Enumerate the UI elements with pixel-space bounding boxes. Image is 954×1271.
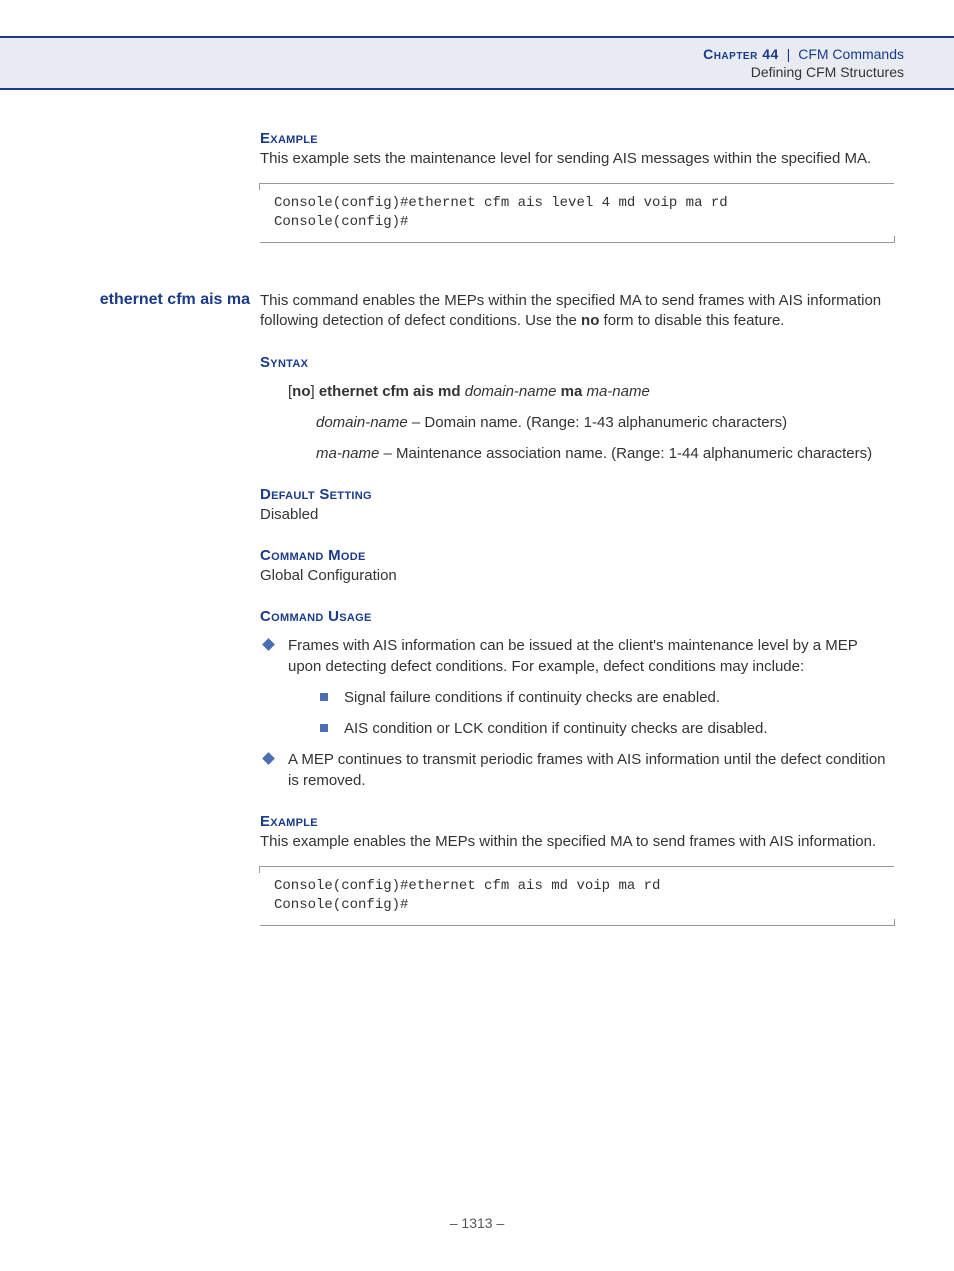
- page-footer: – 1313 –: [0, 1215, 954, 1231]
- param2-name: ma-name: [316, 445, 379, 462]
- command-sidehead: ethernet cfm ais ma: [60, 291, 260, 309]
- example-label-1: Example: [260, 130, 894, 147]
- default-value: Disabled: [260, 505, 894, 525]
- intro-post: form to disable this feature.: [599, 312, 784, 329]
- header-subtitle: Defining CFM Structures: [0, 64, 904, 80]
- section-2: ethernet cfm ais ma This command enables…: [60, 291, 894, 926]
- example-label-2: Example: [260, 813, 894, 830]
- usage-label: Command Usage: [260, 608, 894, 625]
- intro-no: no: [581, 312, 599, 329]
- usage-list: Frames with AIS information can be issue…: [260, 635, 894, 791]
- page-header: Chapter 44 | CFM Commands Defining CFM S…: [0, 36, 954, 90]
- page-number: – 1313 –: [450, 1215, 505, 1231]
- example-text-1: This example sets the maintenance level …: [260, 149, 894, 169]
- usage-sublist: Signal failure conditions if continuity …: [316, 687, 894, 739]
- chapter-title: CFM Commands: [798, 46, 904, 62]
- syntax-close: ]: [311, 383, 319, 400]
- syntax-cmd1: ethernet cfm ais md: [319, 383, 465, 400]
- mode-value: Global Configuration: [260, 566, 894, 586]
- usage-subitem-1: Signal failure conditions if continuity …: [316, 687, 894, 708]
- param1-name: domain-name: [316, 414, 408, 431]
- param-1: domain-name – Domain name. (Range: 1-43 …: [316, 412, 894, 433]
- command-intro: This command enables the MEPs within the…: [260, 291, 894, 332]
- syntax-label: Syntax: [260, 354, 894, 371]
- syntax-arg1: domain-name: [465, 383, 557, 400]
- param-2: ma-name – Maintenance association name. …: [316, 443, 894, 464]
- code-block-2: Console(config)#ethernet cfm ais md voip…: [260, 866, 894, 926]
- usage-item-1: Frames with AIS information can be issue…: [260, 635, 894, 739]
- usage-item-1-text: Frames with AIS information can be issue…: [288, 637, 858, 675]
- param1-desc: – Domain name. (Range: 1-43 alphanumeric…: [408, 414, 787, 431]
- header-line-1: Chapter 44 | CFM Commands: [0, 46, 904, 62]
- usage-item-2: A MEP continues to transmit periodic fra…: [260, 749, 894, 791]
- chapter-label: Chapter 44: [703, 46, 779, 62]
- syntax-arg2: ma-name: [586, 383, 649, 400]
- code-block-1: Console(config)#ethernet cfm ais level 4…: [260, 183, 894, 243]
- syntax-no: no: [292, 383, 310, 400]
- section-2-body: This command enables the MEPs within the…: [260, 291, 894, 926]
- syntax-cmd2: ma: [556, 383, 586, 400]
- example-text-2: This example enables the MEPs within the…: [260, 832, 894, 852]
- default-label: Default Setting: [260, 486, 894, 503]
- usage-subitem-2: AIS condition or LCK condition if contin…: [316, 718, 894, 739]
- header-divider: |: [783, 46, 795, 62]
- syntax-line: [no] ethernet cfm ais md domain-name ma …: [288, 381, 894, 464]
- intro-pre: This command enables the MEPs within the…: [260, 292, 881, 329]
- section-1-body: Example This example sets the maintenanc…: [260, 130, 894, 243]
- mode-label: Command Mode: [260, 547, 894, 564]
- param2-desc: – Maintenance association name. (Range: …: [379, 445, 872, 462]
